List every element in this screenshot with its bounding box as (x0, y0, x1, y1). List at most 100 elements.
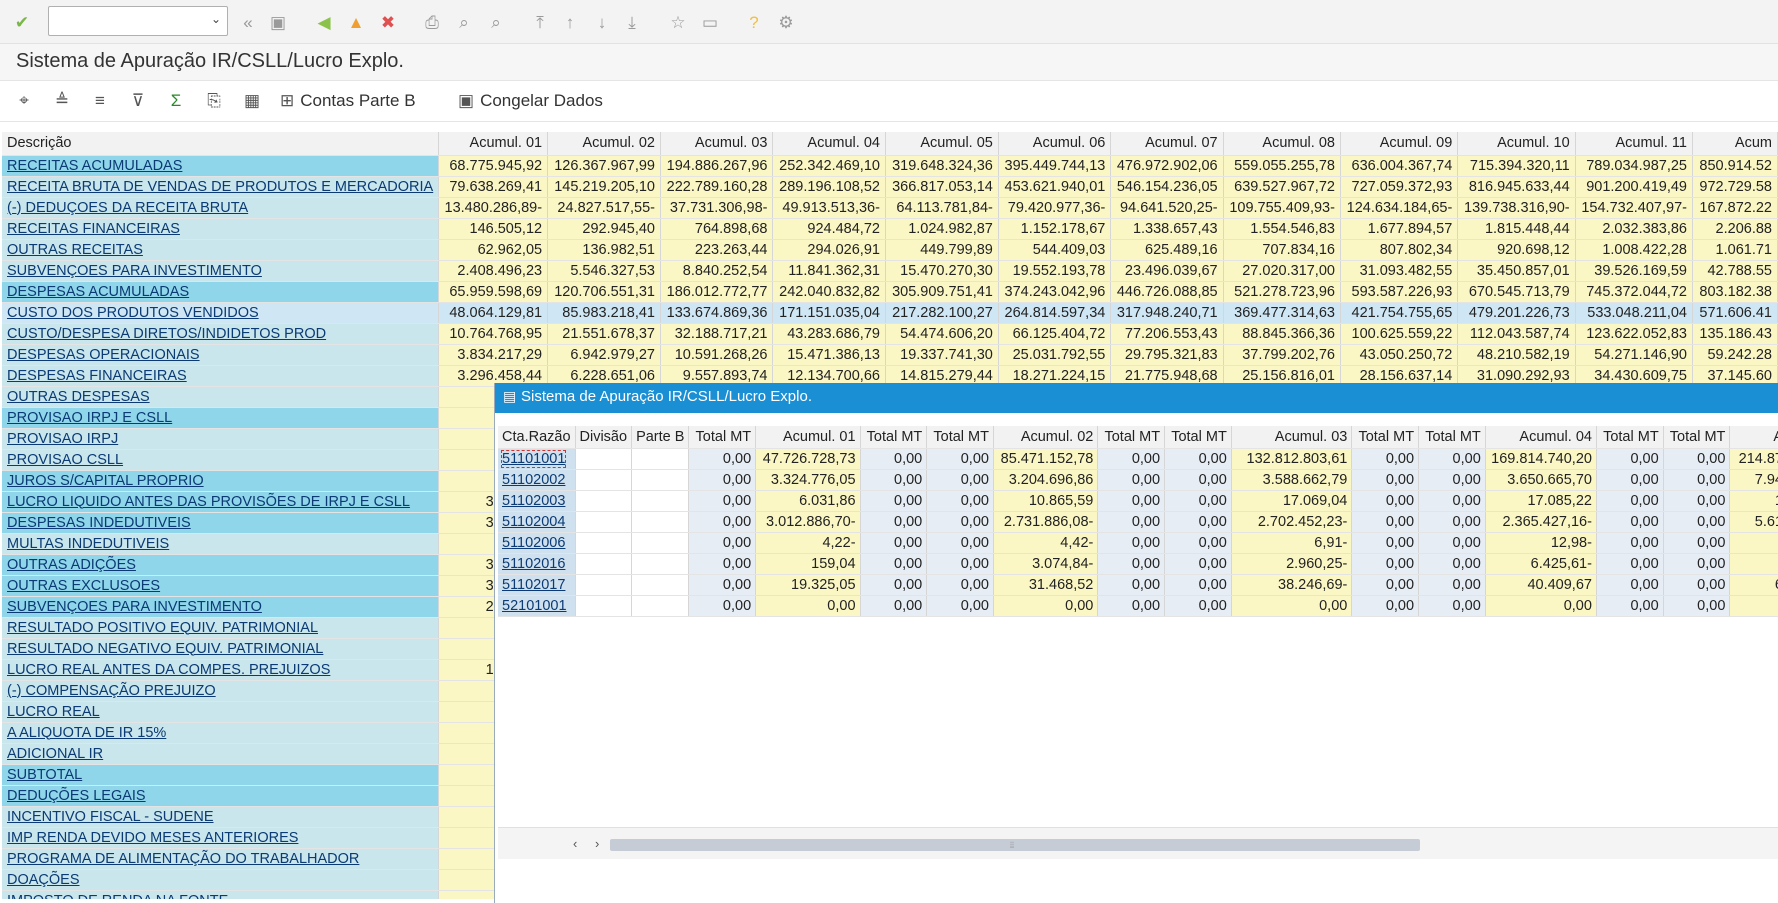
exit-icon[interactable]: ▲ (344, 10, 368, 34)
save-icon[interactable]: ▣ (266, 10, 290, 34)
popup-column-header-acumul-02[interactable]: Acumul. 02 (993, 426, 1099, 449)
new-session-icon[interactable]: ☆ (666, 10, 690, 34)
account-number[interactable]: 51101001 (500, 449, 567, 468)
popup-column-header-total-mt[interactable]: Total MT (1097, 426, 1166, 449)
back-icon[interactable]: ◀ (312, 10, 336, 34)
table-row[interactable]: CUSTO/DESPESA DIRETOS/INDIDETOS PROD 10.7… (2, 323, 1778, 345)
shortcut-icon[interactable]: ▭ (698, 10, 722, 34)
account-link[interactable]: 51102006 (498, 532, 576, 554)
popup-table-row[interactable]: 51101001 0,00 47.726.728,73 0,00 0,00 85.471.… (498, 448, 1778, 470)
row-description-link[interactable]: IMPOSTO DE RENDA NA FONTE (2, 890, 440, 899)
print-icon[interactable]: ⎙ (420, 10, 444, 34)
row-description-link[interactable]: INCENTIVO FISCAL - SUDENE (2, 806, 440, 828)
table-row[interactable]: RECEITAS ACUMULADAS 68.775.945,92 126.367.… (2, 155, 1778, 177)
row-description-link[interactable]: SUBVENÇOES PARA INVESTIMENTO (2, 260, 440, 282)
popup-column-header-total-mt[interactable]: Total MT (860, 426, 928, 449)
row-description-link[interactable]: (-) DEDUÇOES DA RECEITA BRUTA (2, 197, 440, 219)
column-header-acumul-10[interactable]: Acumul. 10 (1457, 132, 1576, 156)
popup-column-header-total-mt[interactable]: Total MT (1351, 426, 1420, 449)
popup-column-header-acumul-03[interactable]: Acumul. 03 (1231, 426, 1353, 449)
row-description-link[interactable]: DESPESAS FINANCEIRAS (2, 365, 440, 387)
table-row[interactable]: SUBVENÇOES PARA INVESTIMENTO 2.408.496,23… (2, 260, 1778, 282)
popup-table-row[interactable]: 51102006 0,00 4,22- 0,00 0,00 4,42- 0,00 0,00 6,… (498, 532, 1778, 554)
popup-column-header-cta-razao[interactable]: Cta.Razão (498, 426, 576, 449)
settings-icon[interactable]: ⚙ (774, 10, 798, 34)
account-link[interactable]: 52101001 (498, 595, 576, 617)
congelar-dados-button[interactable]: ▣ Congelar Dados (458, 89, 603, 113)
scrollbar-grip-icon[interactable]: ⦙⦙ (1010, 839, 1014, 851)
account-link[interactable]: 51101001 (498, 448, 576, 470)
account-number[interactable]: 51102003 (502, 493, 565, 509)
column-header-acumul-11[interactable]: Acumul. 11 (1575, 132, 1693, 156)
row-description-link[interactable]: A ALIQUOTA DE IR 15% (2, 722, 440, 744)
popup-column-header-total-mt[interactable]: Total MT (1164, 426, 1232, 449)
first-page-icon[interactable]: ⤒ (528, 10, 552, 34)
row-description-link[interactable]: CUSTO DOS PRODUTOS VENDIDOS (2, 301, 440, 324)
sort-descending-icon[interactable]: ≡ (88, 89, 112, 113)
popup-column-header-a[interactable]: A (1729, 426, 1778, 449)
account-number[interactable]: 51102004 (502, 514, 565, 530)
account-number[interactable]: 52101001 (502, 598, 567, 614)
details-icon[interactable]: ⌖ (12, 89, 36, 113)
popup-column-header-total-mt[interactable]: Total MT (926, 426, 994, 449)
account-link[interactable]: 51102002 (498, 469, 576, 491)
row-description-link[interactable]: OUTRAS RECEITAS (2, 239, 440, 261)
table-row[interactable]: DESPESAS OPERACIONAIS 3.834.217,29 6.942.9… (2, 344, 1778, 366)
row-description-link[interactable]: DESPESAS OPERACIONAIS (2, 344, 440, 366)
filter-icon[interactable]: ⊽ (126, 89, 150, 113)
column-header-acumul-06[interactable]: Acumul. 06 (998, 132, 1112, 156)
find-next-icon[interactable]: ⌕ (484, 10, 508, 34)
column-header-acumul-01[interactable]: Acumul. 01 (438, 132, 549, 156)
account-link[interactable]: 51102004 (498, 511, 576, 533)
popup-column-header-total-mt[interactable]: Total MT (1418, 426, 1486, 449)
row-description-link[interactable]: DEDUÇÕES LEGAIS (2, 785, 440, 807)
popup-table-row[interactable]: 51102002 0,00 3.324.776,05 0,00 0,00 3.204.69… (498, 469, 1778, 491)
cancel-icon[interactable]: ✖ (376, 10, 400, 34)
next-page-icon[interactable]: ↓ (590, 10, 614, 34)
row-description-link[interactable]: IMP RENDA DEVIDO MESES ANTERIORES (2, 827, 440, 849)
layout-icon[interactable]: ▦ (240, 89, 264, 113)
scrollbar-track[interactable]: ⦙⦙ (610, 839, 1420, 851)
row-description-link[interactable]: ADICIONAL IR (2, 743, 440, 765)
command-field[interactable]: ⌄ (48, 6, 228, 36)
column-header-acumul-04[interactable]: Acumul. 04 (772, 132, 886, 156)
table-row[interactable]: RECEITAS FINANCEIRAS 146.505,12 292.945,40… (2, 218, 1778, 240)
popup-column-header-parte-b[interactable]: Parte B (631, 426, 690, 449)
row-description-link[interactable]: OUTRAS ADIÇÕES (2, 554, 440, 576)
table-row[interactable]: CUSTO DOS PRODUTOS VENDIDOS 48.064.129,81… (2, 301, 1778, 324)
help-icon[interactable]: ? (742, 10, 766, 34)
row-description-link[interactable]: OUTRAS DESPESAS (2, 386, 440, 408)
column-header-acumul-03[interactable]: Acumul. 03 (660, 132, 774, 156)
row-description-link[interactable]: CUSTO/DESPESA DIRETOS/INDIDETOS PROD (2, 323, 440, 345)
row-description-link[interactable]: SUBTOTAL (2, 764, 440, 786)
popup-table-row[interactable]: 52101001 0,00 0,00 0,00 0,00 0,00 0,00 0,00 0,00… (498, 595, 1778, 617)
back-double-icon[interactable]: « (236, 10, 260, 34)
column-header-acum[interactable]: Acum (1692, 132, 1778, 156)
scroll-right-icon[interactable]: › (595, 836, 599, 851)
contas-parte-b-button[interactable]: ⊞ Contas Parte B (280, 89, 416, 113)
table-row[interactable]: DESPESAS ACUMULADAS 65.959.598,69 120.706.… (2, 281, 1778, 303)
popup-table-row[interactable]: 51102004 0,00 3.012.886,70- 0,00 0,00 2.731.8… (498, 511, 1778, 533)
popup-column-header-total-mt[interactable]: Total MT (688, 426, 757, 449)
table-row[interactable]: RECEITA BRUTA DE VENDAS DE PRODUTOS E ME… (2, 176, 1778, 198)
column-header-acumul-08[interactable]: Acumul. 08 (1223, 132, 1341, 156)
account-number[interactable]: 51102017 (502, 577, 565, 593)
popup-scrollbar[interactable]: ‹ › ⦙⦙ (498, 827, 1778, 859)
account-link[interactable]: 51102017 (498, 574, 576, 596)
export-icon[interactable]: ⎘ (202, 89, 226, 113)
row-description-link[interactable]: PROVISAO CSLL (2, 449, 440, 471)
popup-table-row[interactable]: 51102003 0,00 6.031,86 0,00 0,00 10.865,59 0,0… (498, 490, 1778, 512)
row-description-link[interactable]: RECEITAS ACUMULADAS (2, 155, 440, 177)
popup-column-header-acumul-04[interactable]: Acumul. 04 (1485, 426, 1597, 449)
account-number[interactable]: 51102016 (502, 556, 565, 572)
account-number[interactable]: 51102002 (502, 472, 565, 488)
row-description-link[interactable]: DESPESAS INDEDUTIVEIS (2, 512, 440, 534)
row-description-link[interactable]: PROGRAMA DE ALIMENTAÇÃO DO TRABALHADOR (2, 848, 440, 870)
row-description-link[interactable]: RECEITAS FINANCEIRAS (2, 218, 440, 240)
row-description-link[interactable]: PROVISAO IRPJ (2, 428, 440, 450)
column-header-acumul-02[interactable]: Acumul. 02 (547, 132, 661, 156)
column-header-descricao[interactable]: Descrição (2, 132, 440, 156)
last-page-icon[interactable]: ⤓ (620, 10, 644, 34)
popup-column-header-divisao[interactable]: Divisão (575, 426, 633, 449)
row-description-link[interactable]: MULTAS INDEDUTIVEIS (2, 533, 440, 555)
